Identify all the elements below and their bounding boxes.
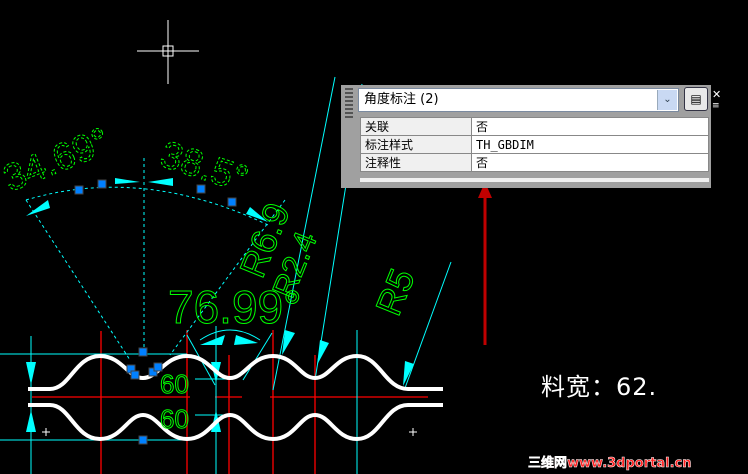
property-value[interactable]: 否: [471, 117, 709, 136]
drag-handle[interactable]: [345, 88, 353, 118]
menu-icon[interactable]: ≡: [712, 102, 720, 111]
selection-value: 角度标注 (2): [364, 92, 439, 107]
properties-panel: 角度标注 (2) ⌄ ▤ ✕ ≡ 关联否 标注样式 TH_GBDIM 注释性否: [341, 85, 721, 188]
radius-c-text[interactable]: R5: [367, 262, 423, 321]
centerlines: [32, 330, 428, 474]
panel-footer: [360, 178, 709, 182]
quick-select-icon[interactable]: ▤: [684, 87, 708, 111]
property-label: 注释性: [360, 153, 472, 172]
property-label: 标注样式: [360, 135, 472, 154]
close-icon[interactable]: ✕: [712, 88, 721, 101]
pitch-top-text[interactable]: 60: [160, 369, 190, 400]
properties-table: 关联否 标注样式 TH_GBDIM 注释性否: [360, 117, 709, 172]
table-row[interactable]: 注释性否: [360, 153, 709, 172]
selection-dropdown[interactable]: 角度标注 (2) ⌄: [358, 88, 679, 112]
table-row[interactable]: 标注样式 TH_GBDIM: [360, 135, 709, 154]
material-width-note[interactable]: 料宽：62.: [541, 367, 657, 402]
property-value[interactable]: TH_GBDIM: [471, 135, 709, 154]
drawing-canvas[interactable]: 34.69° 38.5° 76.99° R6.9 R2.4 R5 60 60: [0, 0, 748, 474]
watermark: 三维网www.3dportal.cn: [528, 456, 692, 472]
crosshair-cursor: [137, 20, 199, 84]
property-value[interactable]: 否: [471, 153, 709, 172]
pitch-bottom-text[interactable]: 60: [160, 404, 190, 435]
property-label: 关联: [360, 117, 472, 136]
chevron-down-icon[interactable]: ⌄: [657, 90, 677, 110]
annotation-arrow: [478, 182, 492, 345]
table-row[interactable]: 关联否: [360, 117, 709, 136]
